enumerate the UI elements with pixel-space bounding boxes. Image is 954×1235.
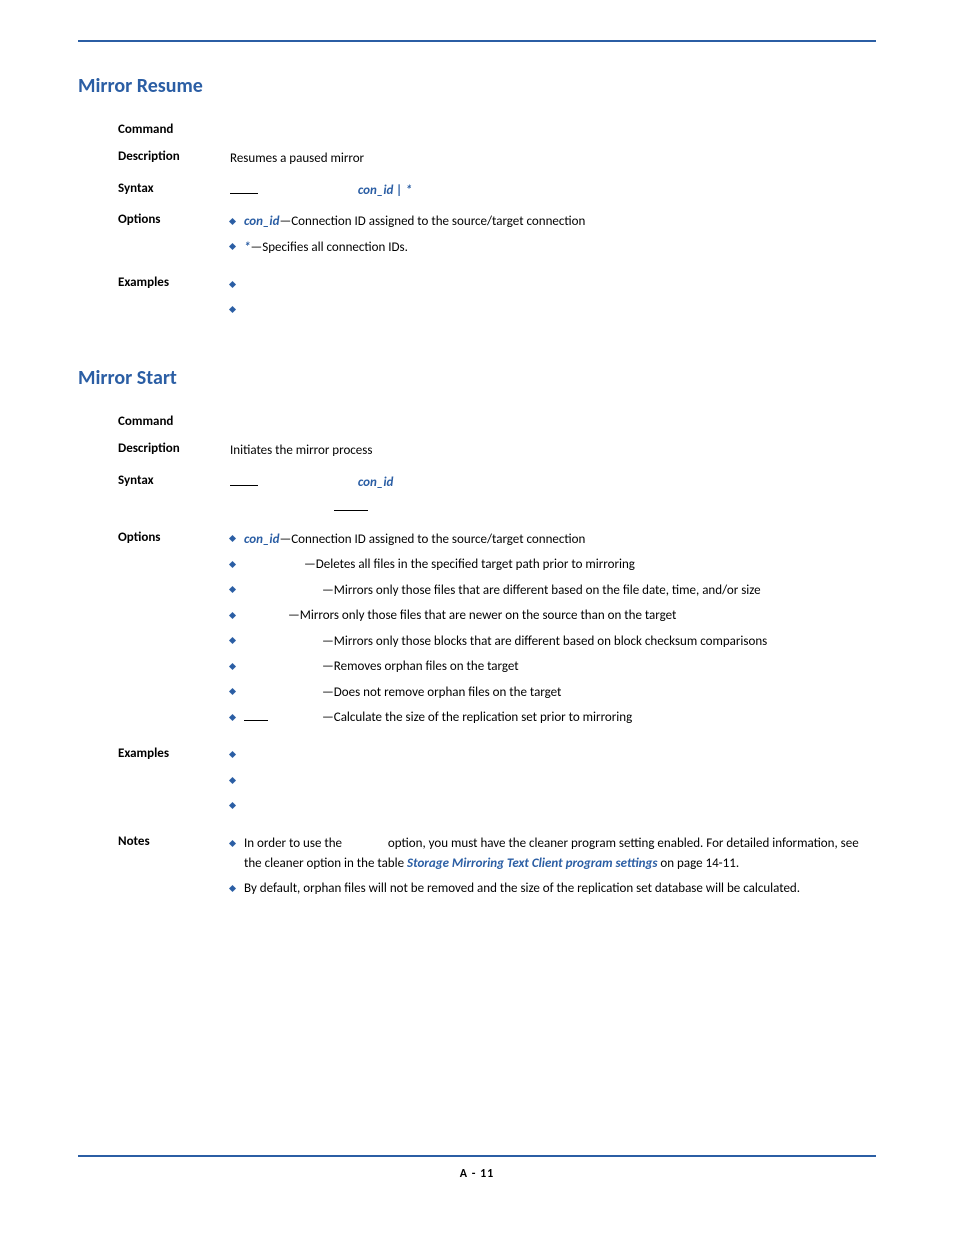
syntax-params: con_id [358,475,393,490]
note-item: By default, orphan files will not be rem… [230,879,876,899]
example-item [230,771,876,791]
example-item [230,797,876,817]
example-item [230,275,876,295]
section-mirror-resume: Command Description Resumes a paused mir… [118,122,876,326]
label-syntax: Syntax [118,473,230,488]
syntax-params: con_id | * [358,183,412,198]
label-examples: Examples [118,275,230,290]
option-item: —Deletes all files in the specified targ… [230,555,876,575]
label-description: Description [118,441,230,456]
syntax-placeholder [230,473,258,486]
text-description: Initiates the mirror process [230,441,876,461]
syntax-placeholder [230,181,258,194]
page-footer: A - 11 [78,1155,876,1181]
option-item: —Mirrors only those files that are diffe… [230,581,876,601]
option-item: —Mirrors only those blocks that are diff… [230,632,876,652]
syntax-placeholder [334,498,368,511]
option-item: —Mirrors only those files that are newer… [230,606,876,626]
example-item [230,301,876,321]
label-command: Command [118,122,230,137]
option-item: *—Specifies all connection IDs. [230,238,876,258]
label-options: Options [118,212,230,227]
option-item: —Does not remove orphan files on the tar… [230,683,876,703]
label-notes: Notes [118,834,230,849]
link-storage-mirroring[interactable]: Storage Mirroring Text Client program se… [407,856,657,871]
label-command: Command [118,414,230,429]
section-mirror-start: Command Description Initiates the mirror… [118,414,876,905]
example-item [230,746,876,766]
label-syntax: Syntax [118,181,230,196]
heading-mirror-start: Mirror Start [78,366,876,390]
label-examples: Examples [118,746,230,761]
text-description: Resumes a paused mirror [230,149,876,169]
label-description: Description [118,149,230,164]
label-options: Options [118,530,230,545]
option-item: —Removes orphan files on the target [230,657,876,677]
option-item: —Calculate the size of the replication s… [230,708,876,728]
note-item: In order to use the option, you must hav… [230,834,876,873]
option-item: con_id—Connection ID assigned to the sou… [230,530,876,550]
option-item: con_id—Connection ID assigned to the sou… [230,212,876,232]
heading-mirror-resume: Mirror Resume [78,74,876,98]
